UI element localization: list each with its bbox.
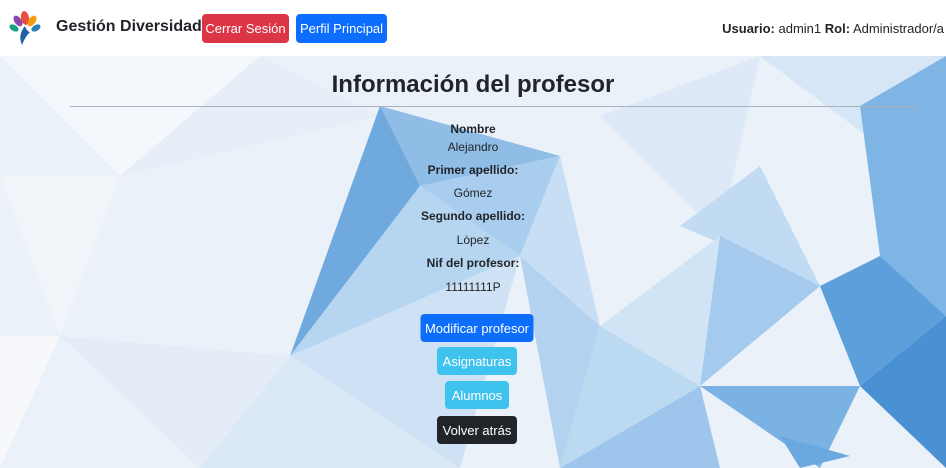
second-surname-value: Lòpez [456,233,490,247]
title-divider [70,106,918,107]
main-profile-button[interactable]: Perfil Principal [296,14,387,43]
logout-button[interactable]: Cerrar Sesión [202,14,289,43]
role-value: Administrador/a [852,21,944,36]
brand-title[interactable]: Gestión Diversidad [56,18,202,36]
user-value: admin1 [778,21,822,36]
role-label: Rol: [824,21,851,36]
user-label: Usuario: [722,21,775,36]
user-info: Usuario: admin1 Rol: Administrador/a [722,21,944,36]
back-button[interactable]: Volver atrás [437,416,517,444]
nif-value: 11111111P [445,280,501,294]
name-label: Nombre [450,122,496,136]
second-surname-label: Segundo apellido: [421,209,525,223]
nif-label: Nif del profesor: [426,256,520,270]
modify-teacher-button[interactable]: Modificar profesor [420,314,534,342]
page-title: Información del profesor [331,71,615,98]
name-value: Alejandro [447,140,499,154]
subjects-button[interactable]: Asignaturas [437,347,517,375]
diversity-logo-icon[interactable] [8,10,42,46]
first-surname-value: Gómez [453,186,493,200]
teacher-info-panel: Información del profesor Nombre Alejandr… [0,56,946,468]
top-navbar: Gestión Diversidad Cerrar Sesión Perfil … [0,0,946,56]
first-surname-label: Primer apellido: [427,163,519,177]
students-button[interactable]: Alumnos [445,381,509,409]
